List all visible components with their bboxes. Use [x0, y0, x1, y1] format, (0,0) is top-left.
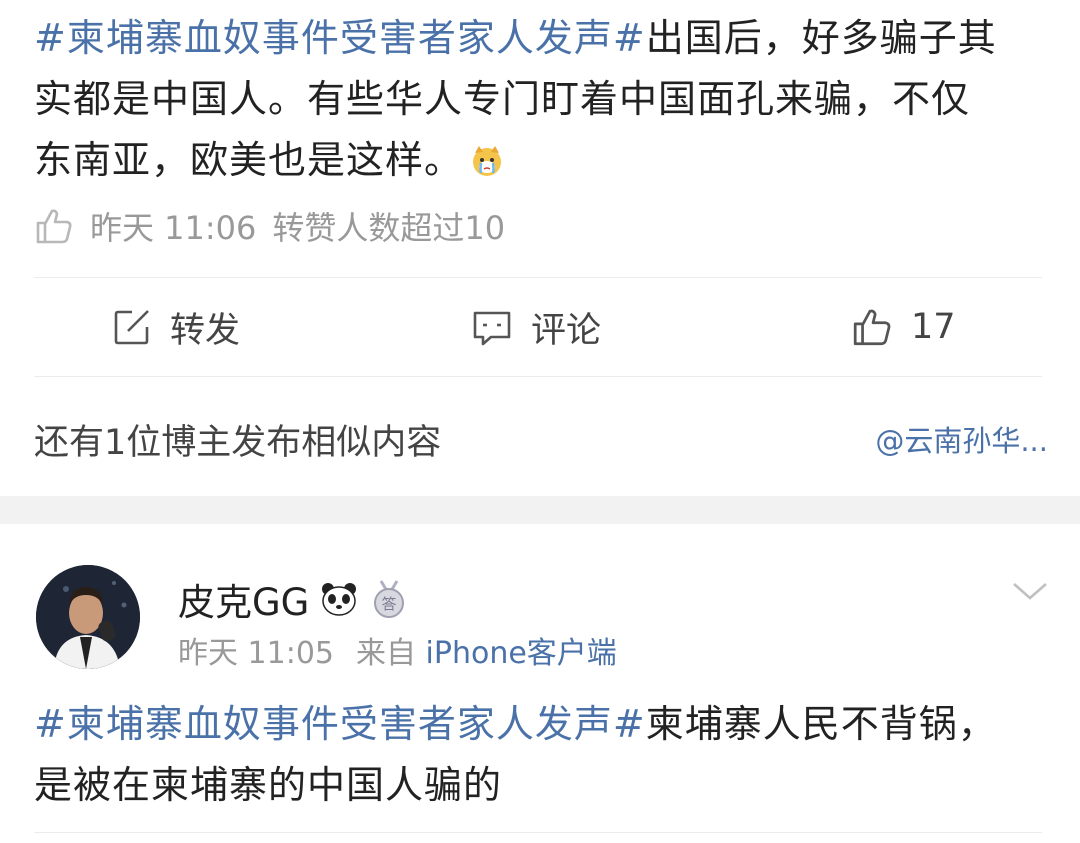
source-client-link[interactable]: iPhone客户端 [426, 636, 617, 671]
username[interactable]: 皮克GG [178, 572, 309, 626]
post-meta-row: 昨天 11:06 转赞人数超过10 [34, 203, 505, 249]
panda-icon [322, 583, 357, 616]
post-text-segment: 出国后，好多骗子其 [645, 16, 997, 60]
post-text-segment: 东南亚，欧美也是这样。 [34, 138, 464, 182]
post-time: 昨天 11:05 [178, 636, 334, 671]
like-count: 17 [911, 307, 956, 347]
post-text-segment: 是被在柬埔寨的中国人骗的 [34, 763, 503, 807]
post-text-segment: 实都是中国人。有些华人专门盯着中国面孔来骗，不仅 [34, 77, 971, 121]
similar-content-text: 还有1位博主发布相似内容 [34, 423, 442, 463]
thumb-up-outline-icon [36, 209, 72, 244]
similar-content-row[interactable]: 还有1位博主发布相似内容 @云南孙华... [0, 376, 1080, 496]
repost-button[interactable]: 转发 [112, 278, 240, 376]
avatar[interactable] [36, 565, 140, 669]
thumb-up-icon [853, 309, 891, 346]
action-bar: 转发 评论 17 [0, 278, 1080, 376]
repost-edit-icon [114, 310, 149, 345]
answer-medal-icon: 答 [374, 580, 405, 618]
post-time: 昨天 11:06 [90, 209, 257, 247]
hashtag-link[interactable]: #柬埔寨血奴事件受害者家人发声# [34, 16, 646, 60]
svg-text:答: 答 [382, 595, 397, 613]
divider [34, 832, 1042, 833]
chevron-down-icon[interactable] [1010, 576, 1050, 606]
user-photo-icon [36, 565, 140, 669]
comment-label: 评论 [531, 310, 602, 351]
similar-author-link[interactable]: @云南孙华... [875, 418, 1048, 460]
hashtag-link[interactable]: #柬埔寨血奴事件受害者家人发声# [34, 702, 646, 746]
comment-button[interactable]: 评论 [471, 278, 601, 376]
repost-label: 转发 [170, 310, 241, 351]
post-source: 来自 iPhone客户端 [356, 628, 617, 672]
crying-dog-emoji-icon [473, 146, 502, 176]
source-prefix: 来自 [356, 636, 416, 671]
username-row: 皮克GG 答 [178, 572, 409, 626]
post-text: #柬埔寨血奴事件受害者家人发声#出国后，好多骗子其 实都是中国人。有些华人专门盯… [34, 8, 1044, 191]
post-meta: 昨天 11:05 来自 iPhone客户端 [178, 628, 617, 672]
post-text-segment: 柬埔寨人民不背锅， [645, 702, 997, 746]
like-button[interactable]: 17 [851, 278, 956, 376]
section-separator [0, 496, 1080, 524]
repost-count-info: 转赞人数超过10 [272, 209, 506, 247]
post-text: #柬埔寨血奴事件受害者家人发声#柬埔寨人民不背锅， 是被在柬埔寨的中国人骗的 [34, 694, 1044, 816]
comment-bubble-icon [473, 311, 511, 346]
